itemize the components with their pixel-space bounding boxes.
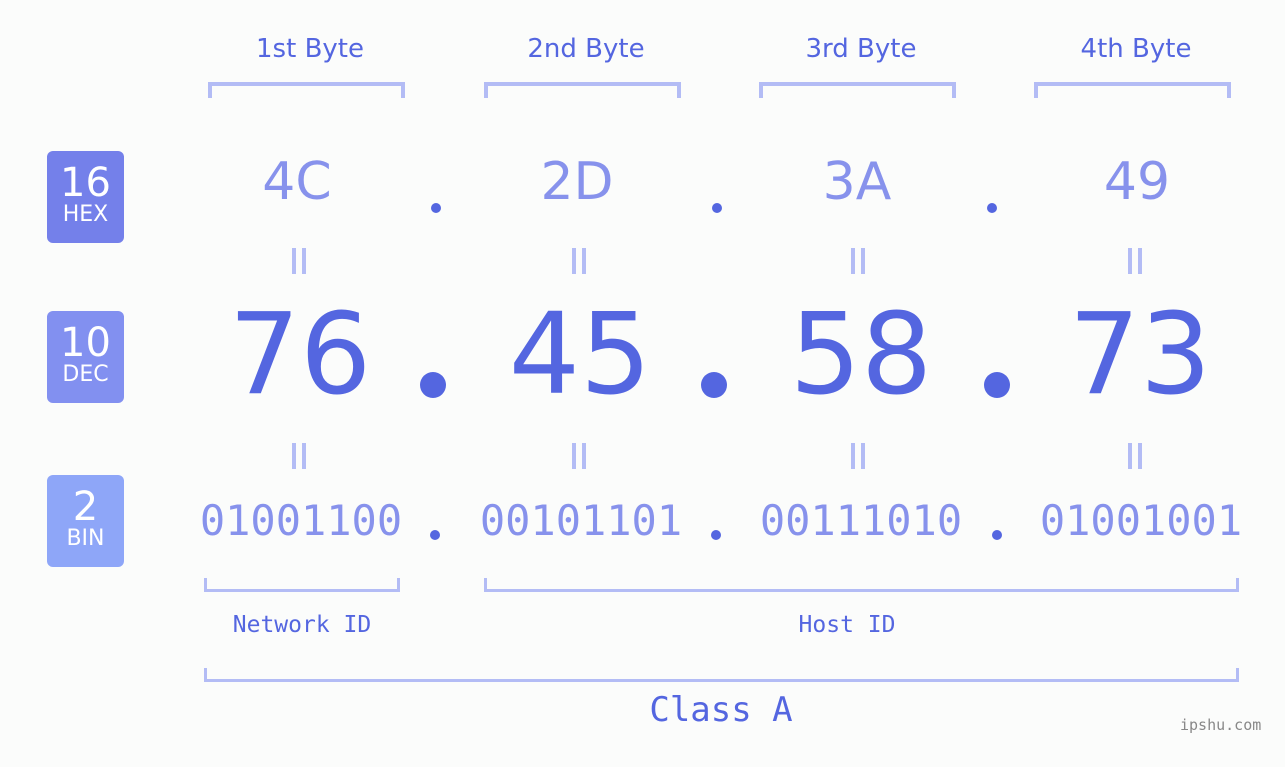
hex-dot-separator xyxy=(712,203,722,213)
bin-dot-separator xyxy=(711,530,721,540)
hex-byte-2: 2D xyxy=(540,152,614,212)
bin-byte-4: 01001001 xyxy=(1039,496,1243,545)
bin-dot-separator xyxy=(992,530,1002,540)
dec-dot-separator xyxy=(984,372,1010,398)
hex-base-label: HEX xyxy=(62,202,109,227)
byte-bracket-1 xyxy=(208,82,405,98)
dec-badge: 10 DEC xyxy=(47,311,124,403)
dec-dot-separator xyxy=(701,372,727,398)
equals-icon xyxy=(1128,248,1142,274)
hex-base-number: 16 xyxy=(60,160,111,206)
byte-bracket-2 xyxy=(484,82,681,98)
byte-header-1: 1st Byte xyxy=(256,34,364,64)
class-label: Class A xyxy=(649,690,793,730)
equals-icon xyxy=(1128,443,1142,469)
hex-badge: 16 HEX xyxy=(47,151,124,243)
hex-byte-3: 3A xyxy=(822,152,892,212)
byte-bracket-3 xyxy=(759,82,956,98)
bin-dot-separator xyxy=(430,530,440,540)
equals-icon xyxy=(851,248,865,274)
equals-icon xyxy=(851,443,865,469)
hex-byte-1: 4C xyxy=(262,152,332,212)
byte-header-2: 2nd Byte xyxy=(527,34,645,64)
bin-byte-2: 00101101 xyxy=(479,496,683,545)
host-id-label: Host ID xyxy=(798,612,896,638)
hex-dot-separator xyxy=(431,203,441,213)
network-id-label: Network ID xyxy=(232,612,372,638)
equals-icon xyxy=(572,443,586,469)
network-id-bracket xyxy=(204,578,400,592)
host-id-bracket xyxy=(484,578,1239,592)
dec-byte-4: 73 xyxy=(1068,290,1212,420)
dec-dot-separator xyxy=(420,372,446,398)
bin-byte-1: 01001100 xyxy=(199,496,403,545)
equals-icon xyxy=(292,248,306,274)
byte-header-3: 3rd Byte xyxy=(805,34,917,64)
watermark: ipshu.com xyxy=(1180,716,1262,734)
bin-base-number: 2 xyxy=(72,484,99,530)
dec-byte-3: 58 xyxy=(789,290,933,420)
hex-dot-separator xyxy=(987,203,997,213)
hex-byte-4: 49 xyxy=(1103,152,1171,212)
byte-bracket-4 xyxy=(1034,82,1231,98)
bin-base-label: BIN xyxy=(66,526,105,551)
dec-base-number: 10 xyxy=(60,320,111,366)
equals-icon xyxy=(572,248,586,274)
bin-byte-3: 00111010 xyxy=(759,496,963,545)
bin-badge: 2 BIN xyxy=(47,475,124,567)
dec-base-label: DEC xyxy=(62,362,109,387)
equals-icon xyxy=(292,443,306,469)
class-bracket xyxy=(204,668,1239,682)
byte-header-4: 4th Byte xyxy=(1080,34,1192,64)
dec-byte-1: 76 xyxy=(228,290,372,420)
dec-byte-2: 45 xyxy=(508,290,652,420)
